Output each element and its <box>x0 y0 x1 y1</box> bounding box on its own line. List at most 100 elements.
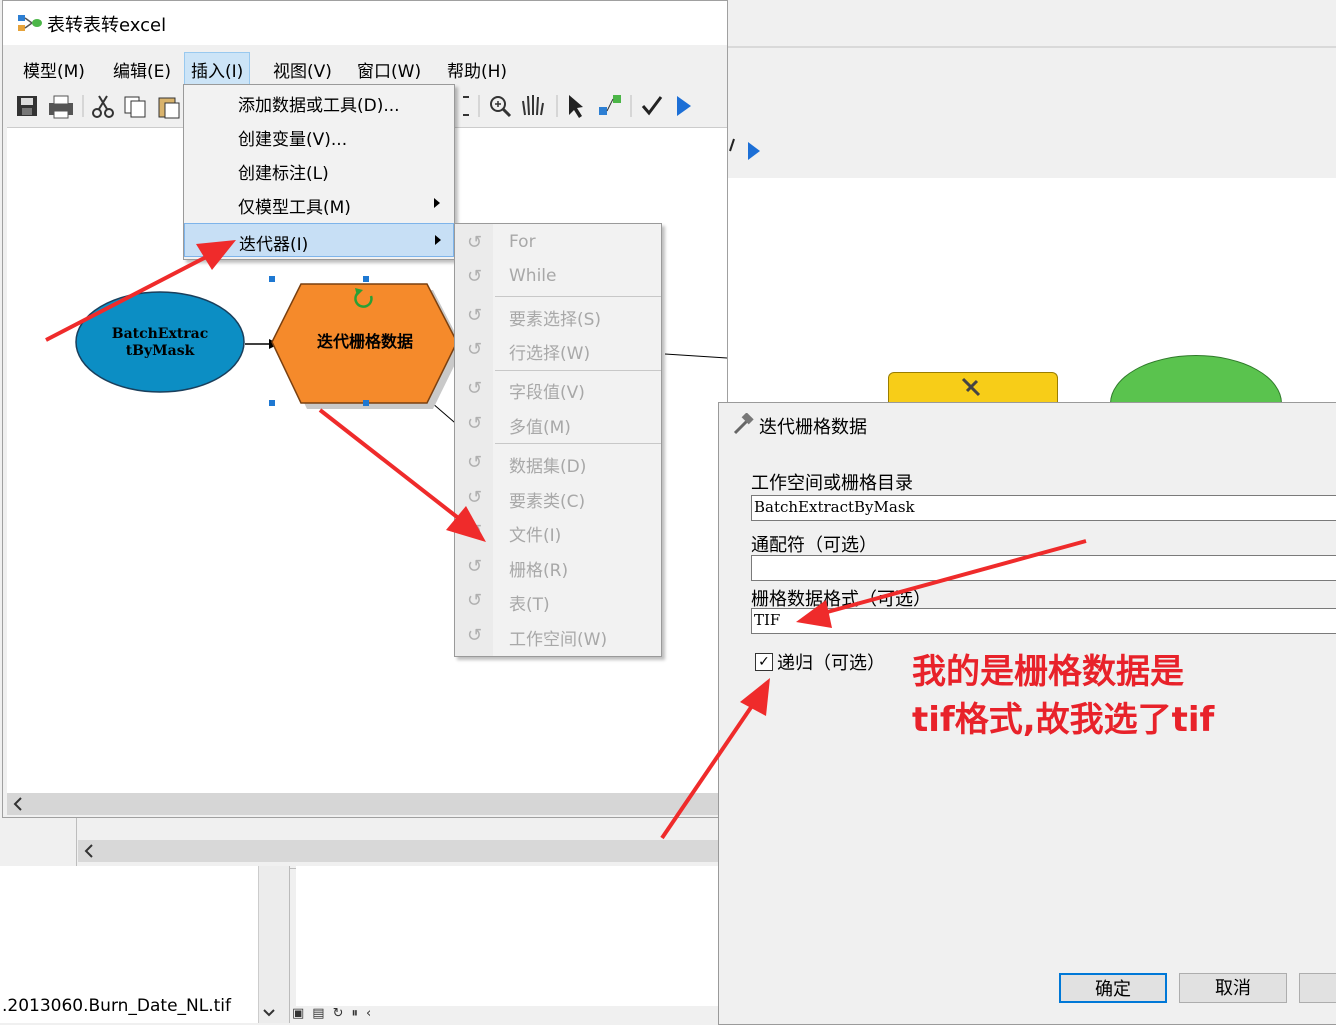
menu-insert[interactable]: 插入(I) <box>184 52 251 87</box>
submenu-arrow-icon <box>434 198 440 208</box>
iterator-tables[interactable]: ↺ 表(T) <box>455 584 661 618</box>
menu-item-label: 仅模型工具(M) <box>238 198 351 218</box>
iterator-rasters[interactable]: ↺ 栅格(R) <box>455 550 661 584</box>
refresh-icon[interactable]: ↻ <box>333 1006 344 1023</box>
window-title: 表转表转excel <box>47 15 167 36</box>
menubar: 模型(M) 编辑(E) 插入(I) 视图(V) 窗口(W) 帮助(H) <box>3 47 727 87</box>
menu-item-label: 数据集(D) <box>509 457 587 477</box>
menu-item-add-data[interactable]: 添加数据或工具(D)... <box>184 85 454 119</box>
iterate-icon: ↺ <box>467 521 483 542</box>
iterate-icon: ↺ <box>467 339 483 360</box>
iterator-row-selection[interactable]: ↺ 行选择(W) <box>455 333 661 367</box>
menu-item-label: 行选择(W) <box>509 344 591 364</box>
print-icon <box>49 95 73 119</box>
selection-handle <box>363 400 369 406</box>
iterate-icon: ↺ <box>467 452 483 473</box>
iterate-icon: ↺ <box>467 487 483 508</box>
select-icon <box>569 95 583 118</box>
chevron-down-icon[interactable] <box>262 1006 276 1020</box>
menu-item-label: 要素类(C) <box>509 492 586 512</box>
menu-item-model-only-tools[interactable]: 仅模型工具(M) <box>184 187 454 221</box>
menu-item-label: 多值(M) <box>509 418 571 438</box>
annotation-text: 我的是栅格数据是 tif格式,故我选了tif <box>912 648 1214 744</box>
raster-format-input[interactable]: TIF <box>751 608 1336 634</box>
menu-item-iterators[interactable]: 迭代器(I) <box>184 223 454 257</box>
canvas-horizontal-scrollbar[interactable] <box>7 793 727 815</box>
pan-icon <box>522 95 544 116</box>
menu-window[interactable]: 窗口(W) <box>351 55 427 84</box>
selection-handle <box>363 276 369 282</box>
run-icon <box>677 96 691 116</box>
scroll-left-icon[interactable]: ‹ <box>366 1006 371 1023</box>
iterator-feature-classes[interactable]: ↺ 要素类(C) <box>455 481 661 515</box>
menu-item-create-variable[interactable]: 创建变量(V)... <box>184 119 454 153</box>
paste-icon <box>158 97 180 119</box>
menu-view[interactable]: 视图(V) <box>267 55 338 84</box>
wildcard-input[interactable] <box>751 555 1336 581</box>
bottom-horizontal-scrollbar[interactable] <box>78 840 718 862</box>
iterator-while[interactable]: ↺ While <box>455 260 661 294</box>
workspace-input[interactable]: BatchExtractByMask <box>751 495 1336 521</box>
iterator-field-value[interactable]: ↺ 字段值(V) <box>455 372 661 406</box>
iterate-icon: ↺ <box>467 378 483 399</box>
validate-icon <box>641 96 663 116</box>
menu-help[interactable]: 帮助(H) <box>441 55 513 84</box>
menu-item-label: 栅格(R) <box>509 561 569 581</box>
menu-item-label: 文件(I) <box>509 526 562 546</box>
pane-separator[interactable] <box>258 866 290 1023</box>
menu-item-label: 要素选择(S) <box>509 310 602 330</box>
iterator-for[interactable]: ↺ For <box>455 226 661 260</box>
copy-icon <box>124 96 146 118</box>
connect-icon <box>599 95 621 115</box>
hammer-icon <box>731 413 755 435</box>
menu-item-label: 迭代器(I) <box>239 235 309 255</box>
recursive-checkbox[interactable]: ✓ <box>755 653 773 671</box>
menu-item-label: 工作空间(W) <box>509 630 608 650</box>
workspace-label: 工作空间或栅格目录 <box>751 473 913 494</box>
annotation-line-2: tif格式,故我选了tif <box>912 700 1215 740</box>
run-icon-bg <box>748 142 760 160</box>
zoom-in-icon <box>490 96 512 118</box>
menu-item-label: For <box>509 232 536 252</box>
status-file-name: .2013060.Burn_Date_NL.tif <box>2 996 232 1016</box>
iterator-datasets[interactable]: ↺ 数据集(D) <box>455 446 661 480</box>
selection-handle <box>269 400 275 406</box>
save-icon <box>17 96 37 116</box>
background-window-titlebar <box>726 0 1336 48</box>
wildcard-label: 通配符（可选） <box>751 535 877 556</box>
ok-button[interactable]: 确定 <box>1059 973 1167 1003</box>
iterator-workspaces[interactable]: ↺ 工作空间(W) <box>455 619 661 653</box>
menu-edit[interactable]: 编辑(E) <box>107 55 177 84</box>
iterate-icon: ↺ <box>467 232 483 253</box>
iterate-icon: ↺ <box>467 413 483 434</box>
page-icon[interactable]: ▤ <box>312 1006 324 1023</box>
menu-item-label: 创建标注(L) <box>238 164 329 184</box>
input-node-shape <box>75 291 245 393</box>
menu-item-create-label[interactable]: 创建标注(L) <box>184 153 454 187</box>
model-icon <box>17 13 43 33</box>
input-node-label-line2: tByMask <box>126 343 195 359</box>
layout-view-icon[interactable]: ▣ <box>292 1006 304 1023</box>
cancel-button[interactable]: 取消 <box>1179 973 1287 1003</box>
pause-icon[interactable]: ⏸ <box>352 1006 359 1023</box>
insert-menu-dropdown: 添加数据或工具(D)... 创建变量(V)... 创建标注(L) 仅模型工具(M… <box>183 84 455 260</box>
iterate-icon: ↺ <box>467 556 483 577</box>
selection-handle <box>269 276 275 282</box>
menu-model[interactable]: 模型(M) <box>17 55 91 84</box>
iterate-icon: ↺ <box>467 266 483 287</box>
iterate-icon: ↺ <box>467 590 483 611</box>
iterator-feature-selection[interactable]: ↺ 要素选择(S) <box>455 299 661 333</box>
results-pane <box>296 866 718 1006</box>
iterator-node-label: 迭代栅格数据 <box>317 332 413 351</box>
menu-item-label: 字段值(V) <box>509 383 585 403</box>
menu-item-label: While <box>509 266 557 286</box>
menu-item-label: 创建变量(V)... <box>238 130 348 150</box>
full-extent-icon <box>463 96 469 116</box>
annotation-line-1: 我的是栅格数据是 <box>912 652 1184 692</box>
iterator-multivalue[interactable]: ↺ 多值(M) <box>455 407 661 441</box>
environments-button[interactable] <box>1299 973 1336 1003</box>
titlebar: 表转表转excel <box>3 1 727 45</box>
iterator-files[interactable]: ↺ 文件(I) <box>455 515 661 549</box>
menu-item-label: 表(T) <box>509 595 550 615</box>
dialog-title: 迭代栅格数据 <box>759 417 867 438</box>
